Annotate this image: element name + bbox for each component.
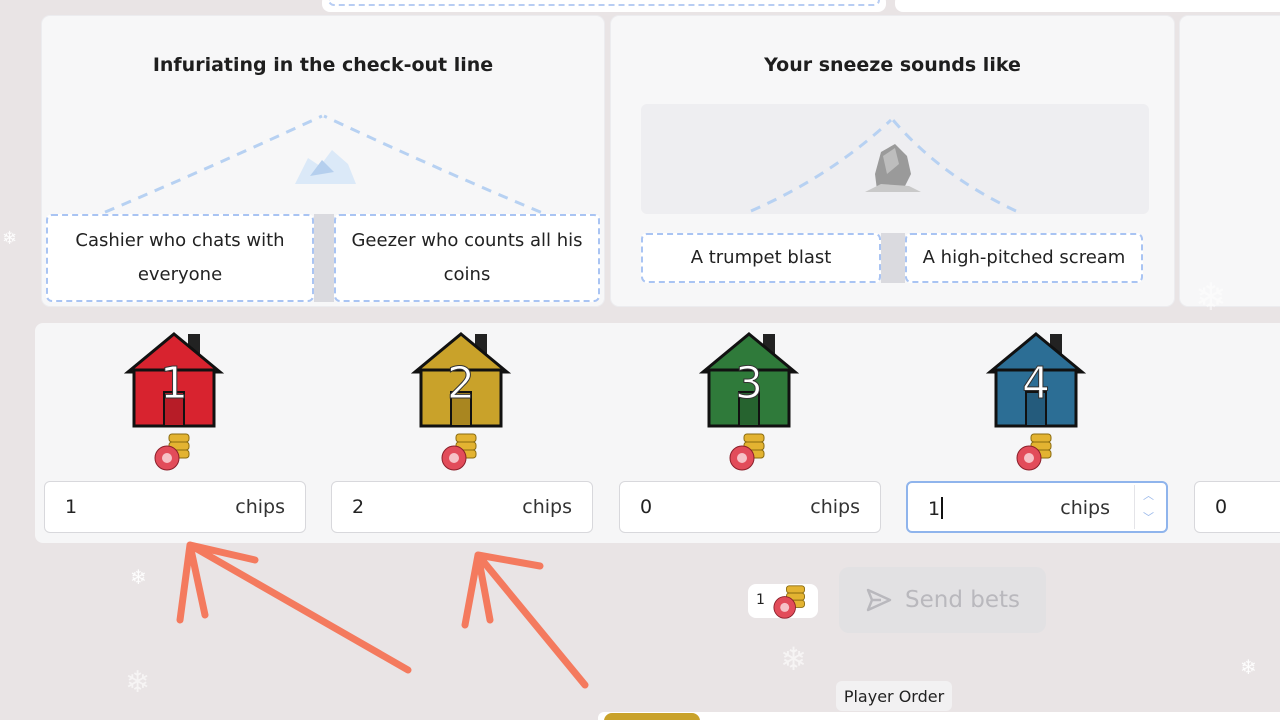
send-bets-label: Send bets (905, 587, 1020, 613)
question-card-1: Infuriating in the check-out line Cashie… (42, 16, 604, 306)
bet-value: 0 (1215, 496, 1228, 518)
house-number: 1 (160, 358, 188, 409)
bet-value: 0 (640, 496, 653, 518)
bet-value: 1 (65, 496, 78, 518)
spinner-down-icon[interactable]: ﹀ (1135, 507, 1162, 529)
snowflake-icon: ❄ (1240, 655, 1257, 679)
chip-stack-icon (1016, 433, 1052, 471)
house-icon-1: 1 (124, 332, 224, 428)
answer-right[interactable]: Geezer who counts all his coins (334, 214, 600, 302)
answer-divider (881, 233, 905, 283)
snowflake-icon: ❄ (1195, 275, 1227, 319)
annotation-arrow-1 (176, 541, 412, 674)
player-token-gold[interactable] (604, 713, 700, 720)
bet-input-3[interactable]: 0 chips (619, 481, 881, 533)
answer-left[interactable]: A trumpet blast (641, 233, 881, 283)
answer-left[interactable]: Cashier who chats with everyone (46, 214, 314, 302)
question-card-2: Your sneeze sounds like A trumpet blast … (611, 16, 1174, 306)
bet-unit: chips (235, 496, 285, 518)
bet-unit: chips (810, 496, 860, 518)
house-number: 3 (735, 358, 763, 409)
chip-stack-icon (441, 433, 477, 471)
player-order-tooltip: Player Order (836, 681, 952, 711)
balance-count: 1 (756, 592, 765, 608)
spinner-up-icon[interactable]: ︿ (1135, 485, 1162, 507)
bet-unit: chips (522, 496, 572, 518)
snowflake-icon: ❄ (125, 665, 151, 700)
snowflake-icon: ❄ (2, 228, 18, 249)
house-number: 2 (447, 358, 475, 409)
bet-input-5[interactable]: 0 (1194, 481, 1280, 533)
send-icon (866, 588, 892, 612)
rock-icon (865, 144, 921, 192)
bet-input-4[interactable]: 1 chips ︿ ﹀ (906, 481, 1168, 533)
bet-value: 1 (928, 497, 943, 520)
chip-stack-icon (729, 433, 765, 471)
house-icon-4: 4 (986, 332, 1086, 428)
number-spinner[interactable]: ︿ ﹀ (1134, 485, 1162, 529)
ice-cave-icon (295, 150, 356, 184)
bet-input-2[interactable]: 2 chips (331, 481, 593, 533)
bet-value: 2 (352, 496, 365, 518)
question-title: Infuriating in the check-out line (152, 54, 494, 76)
previous-card-bottom-right (895, 0, 1280, 12)
snowflake-icon: ❄ (780, 640, 807, 678)
house-icon-2: 2 (411, 332, 511, 428)
chip-balance: 1 (748, 584, 818, 619)
player-order-bar[interactable] (598, 712, 1280, 720)
answer-right[interactable]: A high-pitched scream (905, 233, 1143, 283)
chip-stack-icon (773, 585, 805, 619)
answer-divider (314, 214, 334, 302)
house-number: 4 (1022, 358, 1050, 409)
send-bets-button[interactable]: Send bets (839, 567, 1046, 633)
house-icon-3: 3 (699, 332, 799, 428)
text-caret (941, 497, 943, 519)
bet-input-1[interactable]: 1 chips (44, 481, 306, 533)
annotation-arrow-2 (461, 551, 589, 689)
question-card-3 (1180, 16, 1280, 306)
chip-stack-icon (154, 433, 190, 471)
question-title: Your sneeze sounds like (764, 54, 1021, 76)
bet-unit: chips (1060, 497, 1110, 519)
snowflake-icon: ❄ (130, 565, 147, 589)
previous-card-bottom (322, 0, 886, 12)
